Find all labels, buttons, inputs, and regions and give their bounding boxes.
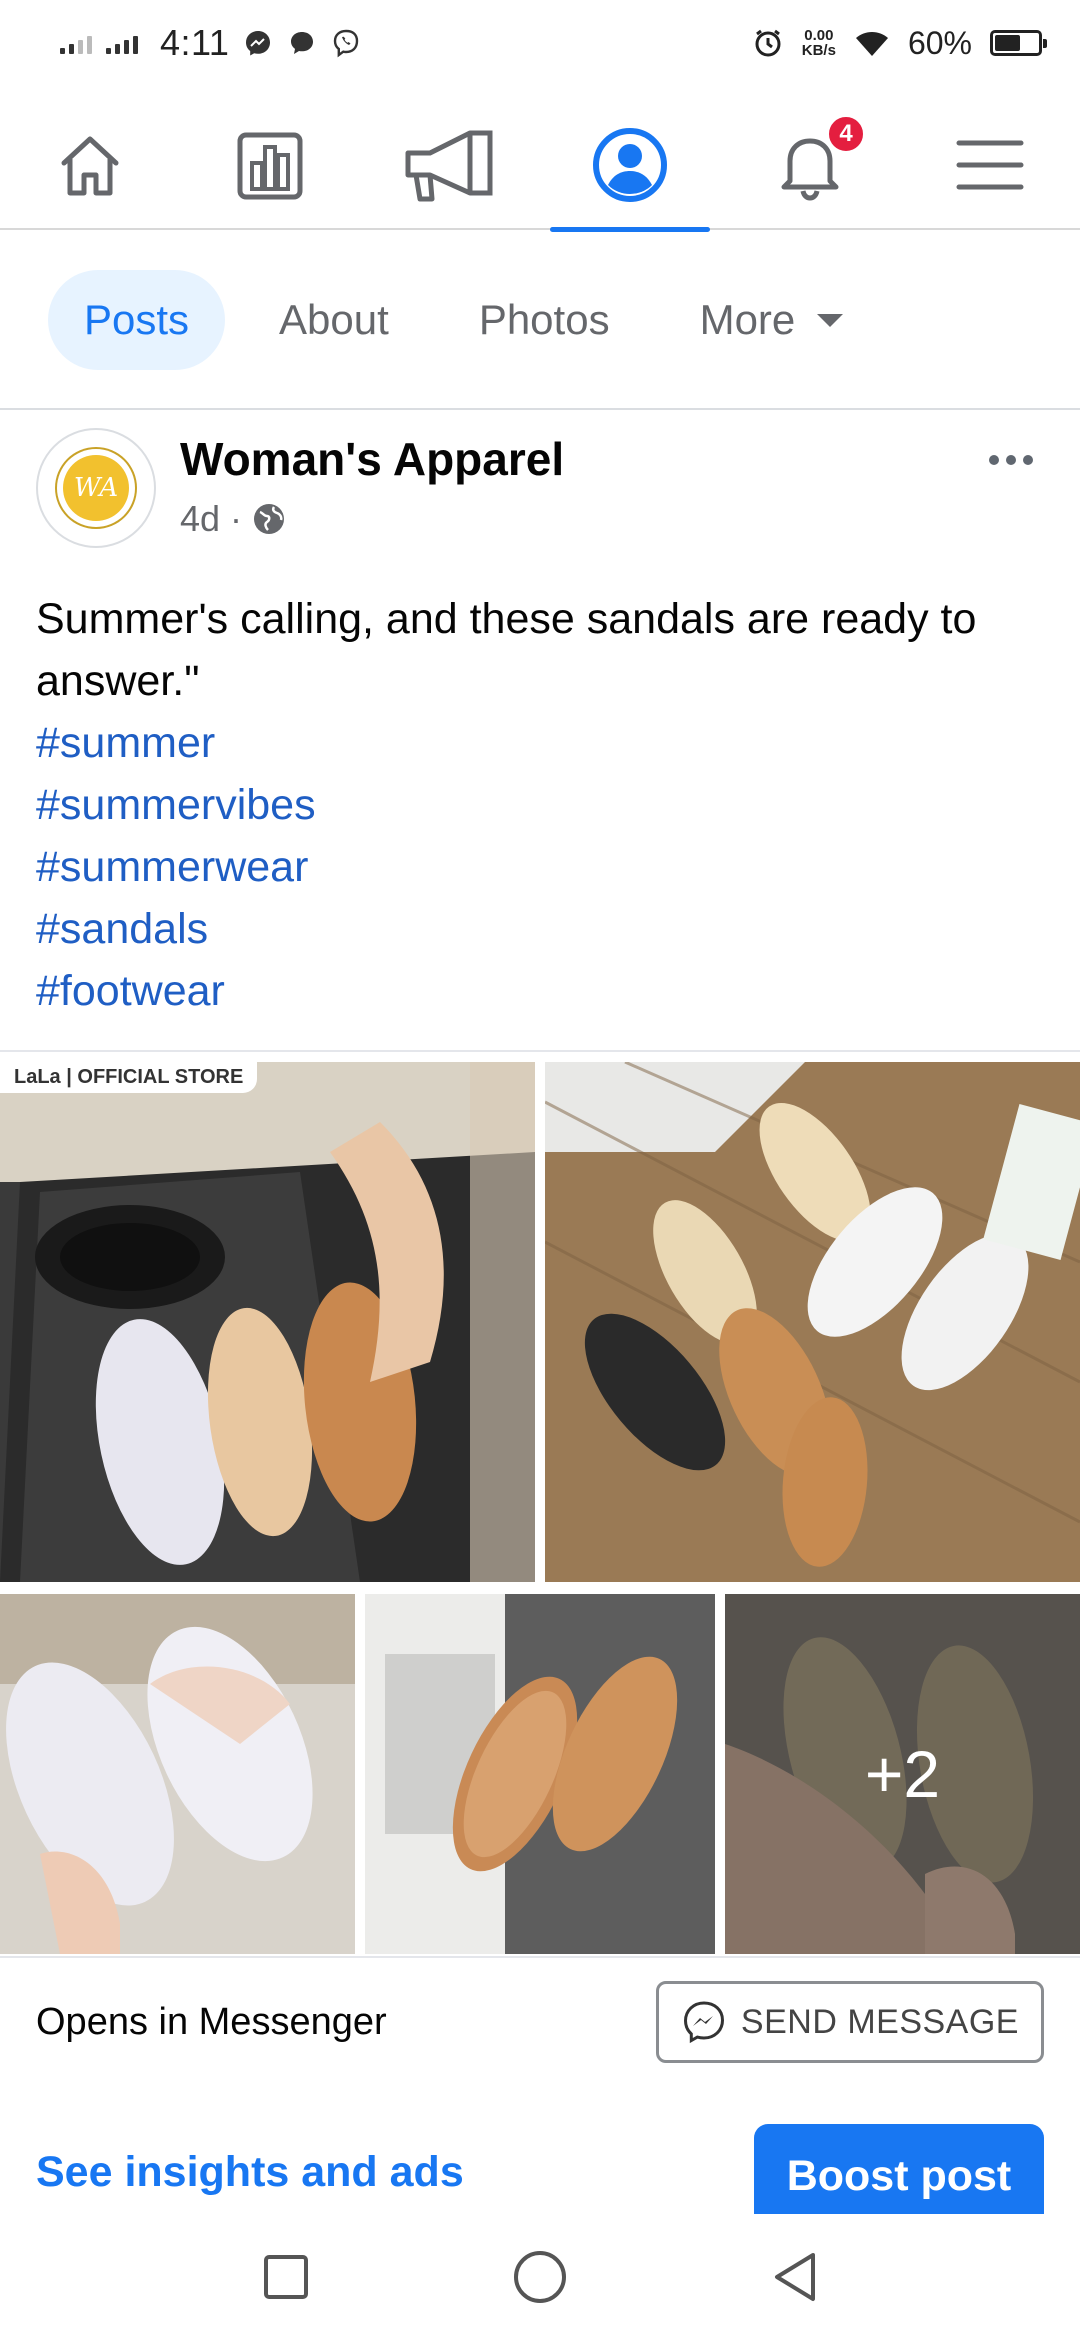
send-message-label: SEND MESSAGE — [740, 2002, 1019, 2041]
avatar-logo: WA — [63, 455, 129, 521]
post-actions-row: See insights and ads Boost post — [0, 2114, 1080, 2214]
home-button-icon[interactable] — [512, 2249, 568, 2305]
post-meta: 4d · — [180, 498, 286, 540]
tab-photos[interactable]: Photos — [443, 270, 646, 370]
insights-icon — [237, 132, 303, 200]
nav-home[interactable] — [10, 100, 170, 230]
nav-insights[interactable] — [190, 100, 350, 230]
wifi-icon — [855, 32, 888, 56]
nav-menu[interactable] — [910, 100, 1070, 230]
post-time[interactable]: 4d — [180, 498, 220, 540]
system-navigation-bar — [0, 2214, 1080, 2340]
post-body: Summer's calling, and these sandals are … — [36, 588, 1046, 1022]
battery-percent: 60% — [907, 24, 972, 61]
tab-about[interactable]: About — [243, 270, 425, 370]
messenger-icon — [246, 31, 271, 56]
post-photo-1[interactable]: LaLa | OFFICIAL STORE — [0, 1062, 535, 1582]
home-icon — [61, 136, 119, 196]
post-photo-3[interactable] — [0, 1594, 355, 1954]
status-right: 0.00 KB/s 60% — [752, 24, 1047, 62]
hashtag-link[interactable]: #summervibes — [36, 774, 1046, 836]
menu-icon — [956, 140, 1024, 190]
chevron-down-icon — [817, 313, 844, 327]
post-caption: Summer's calling, and these sandals are … — [36, 595, 977, 705]
nav-notifications[interactable]: 4 — [730, 100, 890, 230]
see-insights-link[interactable]: See insights and ads — [36, 2148, 464, 2197]
battery-icon — [990, 30, 1047, 56]
sandals-image — [0, 1594, 355, 1954]
boost-post-button[interactable]: Boost post — [754, 2124, 1044, 2214]
recent-apps-icon[interactable] — [261, 2252, 311, 2302]
status-left: 4:11 — [60, 22, 361, 64]
sandals-image — [0, 1062, 535, 1582]
globe-icon — [254, 504, 285, 534]
post-photo-2[interactable] — [545, 1062, 1080, 1582]
tab-posts[interactable]: Posts — [48, 270, 226, 370]
alarm-icon — [755, 29, 781, 57]
hashtag-link[interactable]: #summerwear — [36, 836, 1046, 898]
signal-icon — [60, 32, 92, 54]
post-header: WA Woman's Apparel 4d · — [36, 428, 1046, 548]
megaphone-icon — [405, 130, 493, 202]
signal-icon — [106, 32, 138, 54]
post-options-icon[interactable] — [976, 440, 1046, 480]
status-bar: 4:11 0.00 KB/s 60% — [0, 0, 1080, 86]
hashtag-link[interactable]: #sandals — [36, 898, 1046, 960]
page-name[interactable]: Woman's Apparel — [180, 432, 564, 486]
send-message-button[interactable]: SEND MESSAGE — [655, 1981, 1044, 2063]
messenger-label: Opens in Messenger — [36, 2000, 387, 2043]
top-navigation: 4 — [0, 100, 1080, 232]
avatar[interactable]: WA — [36, 428, 156, 548]
notification-badge: 4 — [826, 114, 866, 154]
more-photos-overlay: +2 — [725, 1594, 1080, 1954]
profile-icon — [593, 128, 667, 202]
tab-more[interactable]: More — [664, 270, 880, 370]
messenger-icon — [683, 2001, 724, 2044]
sandals-image — [545, 1062, 1080, 1582]
hashtag-link[interactable]: #summer — [36, 712, 1046, 774]
page-tabs: Posts About Photos More — [0, 232, 1080, 410]
messenger-row: Opens in Messenger SEND MESSAGE — [0, 1956, 1080, 2086]
photo-grid: LaLa | OFFICIAL STORE +2 — [0, 1050, 1080, 1954]
chat-icon — [291, 32, 314, 54]
nav-ads[interactable] — [370, 100, 530, 230]
store-label: LaLa | OFFICIAL STORE — [0, 1062, 258, 1093]
post-photo-5[interactable]: +2 — [725, 1594, 1080, 1954]
back-icon[interactable] — [769, 2249, 819, 2305]
net-speed: 0.00 KB/s — [801, 27, 836, 59]
nav-profile[interactable] — [550, 100, 710, 232]
post-photo-4[interactable] — [365, 1594, 715, 1954]
viber-icon — [334, 29, 359, 58]
status-time: 4:11 — [160, 22, 230, 63]
meta-separator: · — [230, 498, 243, 539]
hashtag-link[interactable]: #footwear — [36, 960, 1046, 1022]
sandals-image — [365, 1594, 715, 1954]
